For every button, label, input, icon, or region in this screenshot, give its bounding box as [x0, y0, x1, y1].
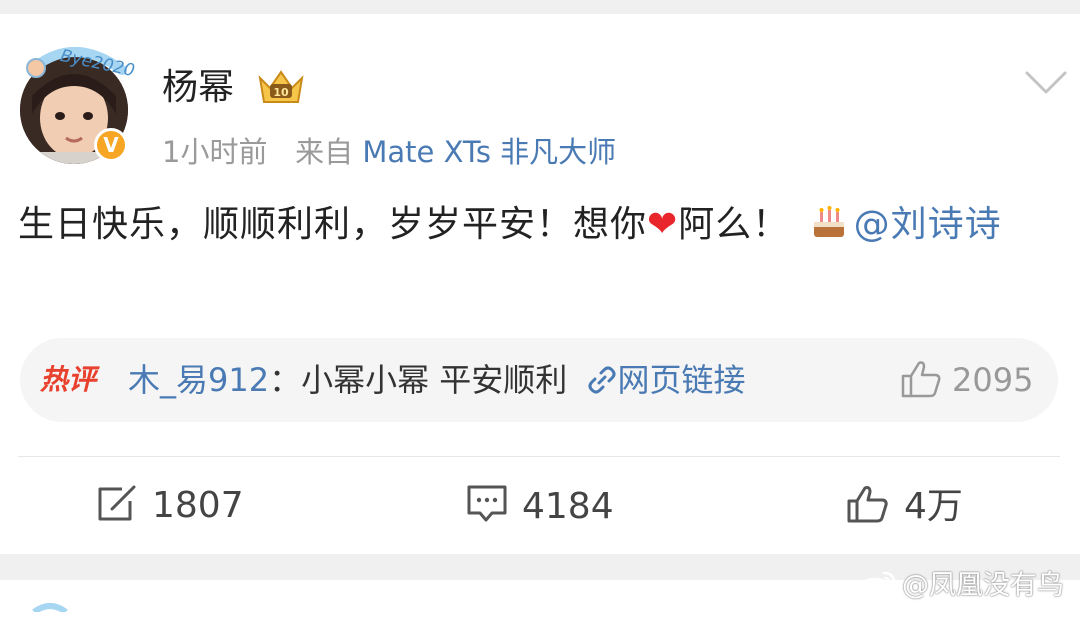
hot-comment-author[interactable]: 木_易912: [128, 361, 269, 399]
repost-icon: [98, 485, 136, 521]
hot-comment-text: 木_易912：小幂小幂 平安顺利 网页链接: [128, 358, 745, 402]
post-source[interactable]: Mate XTs 非凡大师: [362, 135, 616, 169]
web-link[interactable]: 网页链接: [617, 361, 745, 399]
post-text-after: 阿么！: [678, 204, 790, 245]
thumbs-up-icon: [847, 486, 888, 523]
post-time: 1小时前: [162, 135, 268, 169]
svg-text:10: 10: [273, 86, 289, 99]
repost-button[interactable]: 1807: [96, 484, 244, 528]
post-meta: 1小时前 来自 Mate XTs 非凡大师: [162, 132, 616, 172]
link-icon: [588, 366, 616, 394]
cake-emoji: [813, 206, 844, 237]
repost-count: 1807: [152, 485, 244, 526]
mention-link[interactable]: @刘诗诗: [854, 204, 1002, 245]
thumbs-up-icon: [901, 361, 941, 398]
watermark-text: @凤凰没有鸟: [902, 570, 1064, 601]
next-avatar-frame-icon: [32, 603, 68, 612]
hot-comment-like-count: 2095: [952, 361, 1034, 399]
hot-comment-content: 小幂小幂 平安顺利: [301, 361, 578, 399]
comment-button[interactable]: 4184: [466, 484, 614, 529]
hot-comment-tag: 热评: [40, 363, 97, 396]
username[interactable]: 杨幂: [162, 66, 234, 110]
chevron-down-icon[interactable]: [1024, 70, 1068, 96]
divider: [18, 456, 1060, 457]
post-text-main: 生日快乐，顺顺利利，岁岁平安！想你: [18, 204, 648, 245]
crown-badge-icon[interactable]: 10: [256, 68, 306, 108]
heart-emoji: ❤: [647, 204, 679, 245]
source-prefix: 来自: [295, 135, 354, 169]
like-button[interactable]: 4万: [846, 484, 963, 529]
weibo-logo-icon: [858, 571, 896, 599]
hot-comment-separator: ：: [269, 361, 302, 399]
watermark: @凤凰没有鸟: [858, 566, 1064, 606]
verified-v-icon: V: [94, 128, 128, 162]
hot-comment-like[interactable]: 2095: [900, 358, 1033, 402]
comment-icon: [467, 485, 507, 522]
like-count: 4万: [904, 486, 963, 527]
post-body: 生日快乐，顺顺利利，岁岁平安！想你❤阿么！ @刘诗诗: [18, 196, 1068, 254]
comment-count: 4184: [522, 486, 614, 527]
